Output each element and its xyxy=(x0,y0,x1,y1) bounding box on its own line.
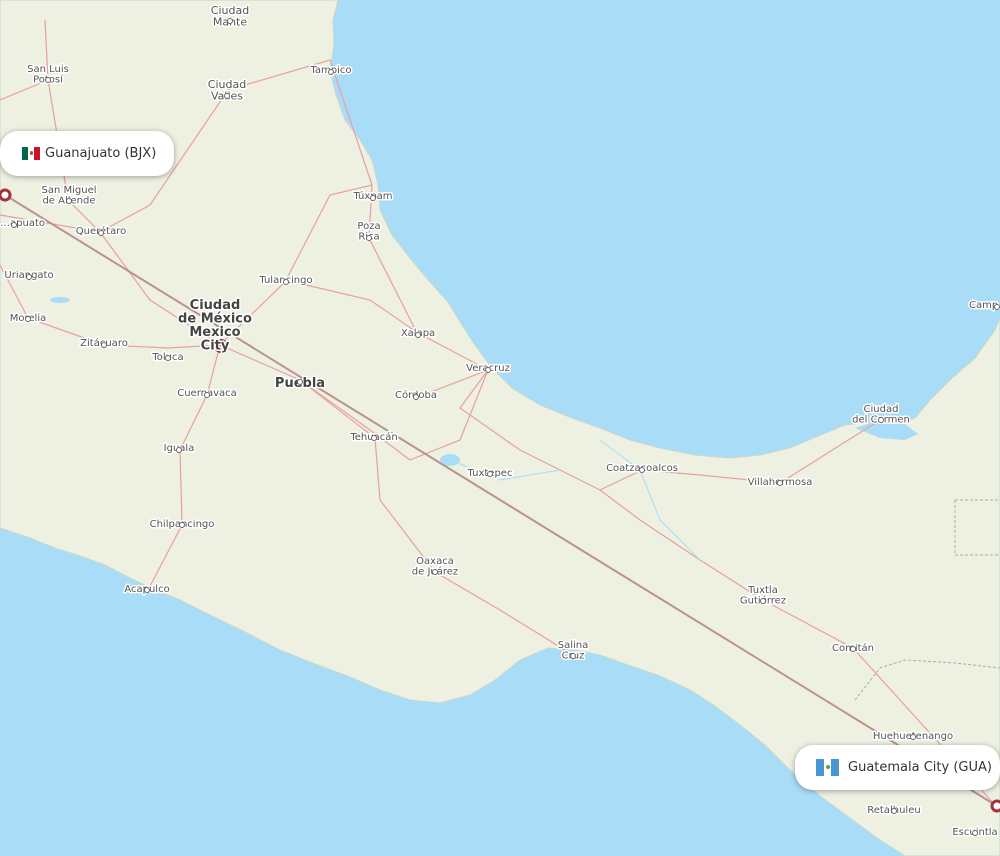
city-dot-comitan xyxy=(850,646,856,652)
city-dot-slp xyxy=(45,77,51,83)
destination-airport-marker[interactable] xyxy=(990,799,1000,813)
city-dot-iguala xyxy=(176,447,182,453)
city-dot-pozarica xyxy=(366,235,372,241)
city-label-mante: CiudadMante xyxy=(211,4,249,29)
lake xyxy=(50,297,70,303)
city-dot-oaxaca xyxy=(432,569,438,575)
city-label-gto: …apuato xyxy=(0,218,45,229)
city-dot-queretaro xyxy=(98,230,104,236)
city-dot-huehue xyxy=(910,734,916,740)
mexico-flag-icon xyxy=(22,147,40,160)
city-dot-tulancingo xyxy=(283,279,289,285)
city-dot-uriangato xyxy=(26,274,32,280)
city-dot-toluca xyxy=(165,355,171,361)
city-dot-zitacuaro xyxy=(101,342,107,348)
city-dot-xalapa xyxy=(415,332,421,338)
destination-airport-name: Guatemala City (GUA) xyxy=(848,760,992,775)
city-dot-puebla xyxy=(297,379,303,385)
city-dot-carmen xyxy=(878,417,884,423)
city-dot-cuernavaca xyxy=(204,392,210,398)
city-dot-acapulco xyxy=(144,587,150,593)
origin-airport-card[interactable]: Guanajuato (BJX) xyxy=(0,131,174,176)
city-dot-escuintla xyxy=(972,830,978,836)
origin-airport-marker[interactable] xyxy=(0,188,12,202)
city-dot-retalhuleu xyxy=(891,808,897,814)
city-dot-tuxtepec xyxy=(487,471,493,477)
city-dot-villahermosa xyxy=(777,480,783,486)
city-dot-salinacruz xyxy=(570,653,576,659)
city-dot-veracruz xyxy=(485,367,491,373)
city-dot-valles xyxy=(224,93,230,99)
city-dot-gto xyxy=(11,222,17,228)
guatemala-flag-icon xyxy=(816,759,839,776)
city-dot-sma xyxy=(66,198,72,204)
city-dot-tehuacan xyxy=(371,435,377,441)
city-dot-morelia xyxy=(25,316,31,322)
city-dot-chilpancingo xyxy=(179,522,185,528)
city-dot-cordoba xyxy=(413,394,419,400)
destination-airport-card[interactable]: Guatemala City (GUA) xyxy=(795,745,1000,790)
city-dot-tuxtla xyxy=(760,598,766,604)
city-dot-tampico xyxy=(328,69,334,75)
city-dot-tuxpam xyxy=(370,195,376,201)
city-dot-coatza xyxy=(639,467,645,473)
origin-airport-name: Guanajuato (BJX) xyxy=(45,146,157,161)
city-dot-campeche xyxy=(994,304,1000,310)
city-dot-mante xyxy=(227,18,233,24)
map-canvas[interactable]: CiudadManteTampicoSan LuisPotosíCiudadVa… xyxy=(0,0,1000,856)
